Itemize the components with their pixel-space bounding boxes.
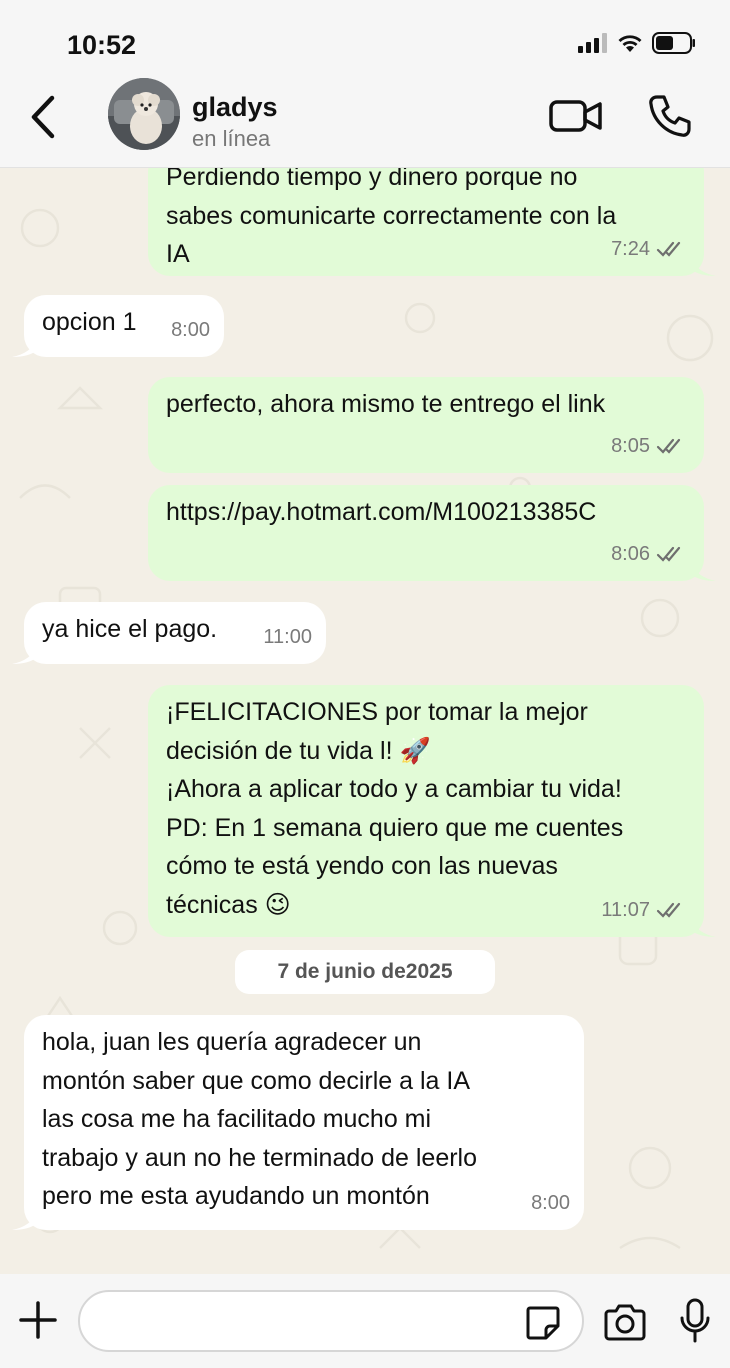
- read-ticks-icon: [656, 438, 681, 454]
- bubble-tail: [12, 339, 36, 357]
- message-meta: 8:06: [611, 535, 688, 574]
- message-time: 8:00: [531, 1191, 570, 1214]
- bubble-tail: [12, 1212, 36, 1230]
- message-bubble-outgoing[interactable]: Perdiendo tiempo y dinero porque no sabe…: [148, 168, 716, 276]
- message-time: 8:06: [611, 542, 650, 565]
- message-meta: 8:00: [171, 311, 210, 350]
- message-bubble-incoming[interactable]: hola, juan les quería agradecer un montó…: [12, 1015, 584, 1230]
- camera-icon[interactable]: [602, 1302, 648, 1342]
- avatar[interactable]: [108, 78, 180, 150]
- plus-icon[interactable]: [18, 1300, 58, 1340]
- chat-header: gladys en línea: [0, 70, 730, 168]
- message-input[interactable]: [78, 1290, 584, 1352]
- read-ticks-icon: [656, 902, 681, 918]
- message-time: 11:07: [601, 898, 650, 921]
- bubble-tail: [12, 646, 36, 664]
- message-bubble-incoming[interactable]: opcion 1 8:00: [12, 295, 224, 357]
- date-separator: 7 de junio de2025: [235, 950, 495, 994]
- message-meta: 8:05: [611, 427, 688, 466]
- bubble-tail: [692, 563, 716, 581]
- contact-status: en línea: [192, 126, 271, 151]
- back-chevron-icon[interactable]: [26, 92, 60, 142]
- message-bubble-incoming[interactable]: ya hice el pago. 11:00: [12, 602, 326, 664]
- message-text: Perdiendo tiempo y dinero porque no sabe…: [166, 168, 617, 268]
- avatar-image: [108, 78, 180, 150]
- read-ticks-icon: [656, 546, 681, 562]
- message-time: 8:05: [611, 434, 650, 457]
- bubble-tail: [692, 919, 716, 937]
- status-time: 10:52: [67, 30, 137, 60]
- message-time: 8:00: [171, 318, 210, 341]
- message-meta: 11:07: [601, 891, 688, 930]
- message-time: 7:24: [611, 237, 650, 260]
- message-composer: [0, 1274, 730, 1368]
- wifi-icon: [618, 35, 642, 52]
- chat-area[interactable]: Perdiendo tiempo y dinero porque no sabe…: [0, 168, 730, 1274]
- microphone-icon[interactable]: [678, 1298, 712, 1344]
- message-time: 11:00: [263, 625, 312, 648]
- bubble-tail: [692, 258, 716, 276]
- message-link[interactable]: https://pay.hotmart.com/M100213385C: [166, 493, 686, 532]
- message-bubble-outgoing[interactable]: https://pay.hotmart.com/M100213385C 8:06: [148, 485, 716, 581]
- status-icons: [578, 32, 696, 54]
- battery-icon: [652, 32, 695, 54]
- sticker-icon[interactable]: [524, 1304, 562, 1342]
- message-meta: 11:00: [263, 618, 312, 657]
- message-bubble-outgoing[interactable]: perfecto, ahora mismo te entrego el link…: [148, 377, 704, 473]
- status-bar: 10:52: [0, 0, 730, 70]
- message-meta: 8:00: [531, 1184, 570, 1223]
- read-ticks-icon: [656, 241, 681, 257]
- message-text: perfecto, ahora mismo te entrego el link: [166, 390, 606, 418]
- phone-icon[interactable]: [646, 92, 694, 140]
- contact-name[interactable]: gladys: [192, 92, 278, 123]
- message-text: ¡FELICITACIONES por tomar la mejor decis…: [166, 698, 624, 919]
- signal-icon: [578, 33, 607, 53]
- message-bubble-outgoing[interactable]: ¡FELICITACIONES por tomar la mejor decis…: [148, 685, 716, 937]
- message-meta: 7:24: [611, 230, 688, 269]
- message-text: hola, juan les quería agradecer un montó…: [42, 1028, 478, 1210]
- video-call-icon[interactable]: [548, 96, 604, 136]
